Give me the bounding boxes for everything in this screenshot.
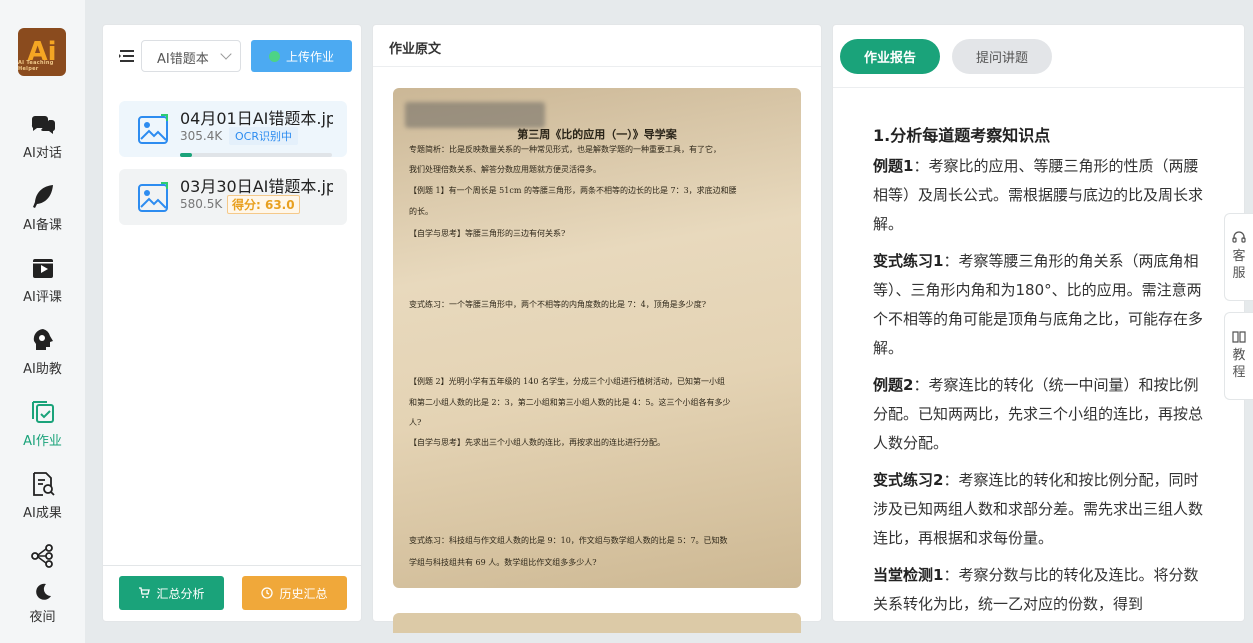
nav-label: AI备课 — [23, 218, 62, 233]
item-label: 变式练习1 — [873, 252, 944, 270]
doc-line: 变式练习：科技组与作文组人数的比是 9：10，作文组与数学组人数的比是 5：7。… — [409, 536, 728, 545]
moon-icon — [35, 583, 51, 600]
nav-label: AI成果 — [23, 506, 62, 521]
homework-check-icon — [31, 401, 54, 423]
nav-item-ai-results[interactable]: AI成果 — [0, 470, 85, 521]
report-item: 当堂检测1：考察分数与比的转化及连比。将分数关系转化为比，统一乙对应的份数，得到 — [873, 561, 1207, 619]
nav-item-mind-map[interactable] — [0, 542, 85, 574]
left-nav: Ai AI Teaching Helper AI对话 AI备课 AI评课 AI助… — [0, 0, 85, 643]
cart-icon — [139, 587, 151, 598]
clock-icon — [261, 587, 274, 599]
score-badge: 得分: 63.0 — [227, 195, 300, 214]
summary-label: 汇总分析 — [156, 586, 205, 601]
menu-list-icon[interactable] — [119, 49, 135, 63]
file-item[interactable]: 04月01日AI错题本.jpg 305.4K OCR识别中 — [119, 101, 347, 157]
file-name: 04月01日AI错题本.jpg — [180, 109, 333, 128]
nav-item-ai-prep[interactable]: AI备课 — [0, 182, 85, 233]
report-content: 1.分析每道题考察知识点 例题1：考察比的应用、等腰三角形的性质（两腰相等）及周… — [873, 121, 1207, 627]
item-label: 当堂检测1 — [873, 566, 944, 584]
item-label: 例题1 — [873, 157, 914, 175]
homework-photo[interactable]: 第三周《比的应用（一）》导学案 专题简析：比是反映数量关系的一种常见形式，也是解… — [393, 88, 801, 588]
side-tab-label: 教程 — [1232, 348, 1246, 380]
video-clapper-icon — [32, 259, 53, 278]
summary-analysis-button[interactable]: 汇总分析 — [119, 576, 224, 610]
app-logo[interactable]: Ai AI Teaching Helper — [18, 28, 66, 76]
nav-label: 夜间 — [29, 610, 56, 625]
doc-line: 变式练习：一个等腰三角形中，两个不相等的内角度数的比是 7：4，顶角是多少度? — [409, 300, 707, 309]
nav-item-ai-review[interactable]: AI评课 — [0, 254, 85, 305]
file-list-footer: 汇总分析 历史汇总 — [103, 565, 361, 621]
headset-icon — [1232, 231, 1246, 243]
chat-bubbles-icon — [31, 116, 55, 134]
nav-label: AI评课 — [23, 290, 62, 305]
logo-subtext: AI Teaching Helper — [18, 60, 54, 72]
ocr-status-badge: OCR识别中 — [229, 127, 298, 145]
feather-icon — [32, 185, 53, 208]
item-label: 例题2 — [873, 376, 914, 394]
item-text: ：考察连比的转化（统一中间量）和按比例分配。已知两两比，先求三个小组的连比，再按… — [873, 376, 1204, 452]
doc-line: 人? — [409, 418, 422, 427]
nav-label: AI助教 — [23, 362, 62, 377]
item-label: 变式练习2 — [873, 471, 944, 489]
nav-label: AI作业 — [23, 434, 62, 449]
history-label: 历史汇总 — [279, 586, 328, 601]
image-file-icon — [138, 114, 168, 144]
report-item: 例题2：考察连比的转化（统一中间量）和按比例分配。已知两两比，先求三个小组的连比… — [873, 371, 1207, 458]
redacted-area — [405, 102, 545, 128]
nav-item-ai-chat[interactable]: AI对话 — [0, 110, 85, 161]
nav-item-night-mode[interactable]: 夜间 — [0, 582, 85, 625]
select-value: AI错题本 — [157, 52, 209, 67]
report-item: 变式练习1：考察等腰三角形的角关系（两底角相等）、三角形内角和为180°、比的应… — [873, 247, 1207, 363]
file-list-panel: AI错题本 上传作业 04月01日AI错题本.jpg 305.4K OCR识别中… — [102, 24, 362, 622]
homework-photo-next[interactable] — [393, 613, 801, 633]
ai-head-icon — [33, 329, 53, 350]
file-item[interactable]: 03月30日AI错题本.jpg 580.5K 得分: 63.0 — [119, 169, 347, 225]
doc-line: 【自学与思考】先求出三个小组人数的连比，再按求出的连比进行分配。 — [409, 438, 665, 447]
file-size: 305.4K — [180, 129, 223, 143]
doc-line: 【例题 1】有一个周长是 51cm 的等腰三角形，两条不相等的边长的比是 7：3… — [409, 186, 737, 195]
customer-service-tab[interactable]: 客服 — [1224, 213, 1253, 301]
plus-circle-icon — [268, 50, 280, 62]
report-item: 例题1：考察比的应用、等腰三角形的性质（两腰相等）及周长公式。需根据腰与底边的比… — [873, 152, 1207, 239]
doc-line: 学组与科技组共有 69 人。数学组比作文组多多少人? — [409, 558, 597, 567]
item-text: ：考察比的应用、等腰三角形的性质（两腰相等）及周长公式。需根据腰与底边的比及周长… — [873, 157, 1204, 233]
report-heading: 1.分析每道题考察知识点 — [873, 126, 1051, 145]
ocr-progress-fill — [180, 153, 193, 157]
history-summary-button[interactable]: 历史汇总 — [242, 576, 347, 610]
nav-item-ai-assistant[interactable]: AI助教 — [0, 326, 85, 377]
notebook-select[interactable]: AI错题本 — [141, 40, 241, 72]
chevron-down-icon — [220, 48, 232, 60]
book-icon — [1232, 331, 1246, 343]
nav-label: AI对话 — [23, 146, 62, 161]
doc-line: 【自学与思考】等腰三角形的三边有何关系? — [409, 229, 566, 238]
nav-item-ai-homework[interactable]: AI作业 — [0, 398, 85, 449]
divider — [833, 87, 1244, 88]
ocr-progress-bar — [180, 153, 332, 157]
doc-line: 和第二小组人数的比是 2：3，第二小组和第三小组人数的比是 4：5。这三个小组各… — [409, 398, 731, 407]
upload-homework-button[interactable]: 上传作业 — [251, 40, 352, 72]
doc-line: 专题简析：比是反映数量关系的一种常见形式，也是解数学题的一种重要工具，有了它， — [409, 145, 721, 154]
doc-line: 我们处理倍数关系、解答分数应用题就方便灵活得多。 — [409, 165, 601, 174]
upload-label: 上传作业 — [285, 49, 334, 64]
tutorial-tab[interactable]: 教程 — [1224, 312, 1253, 400]
image-file-icon — [138, 182, 168, 212]
file-size: 580.5K — [180, 197, 223, 211]
panel-title: 作业原文 — [373, 25, 821, 67]
file-name: 03月30日AI错题本.jpg — [180, 177, 333, 196]
doc-line: 的长。 — [409, 207, 433, 216]
homework-original-panel: 作业原文 第三周《比的应用（一）》导学案 专题简析：比是反映数量关系的一种常见形… — [372, 24, 822, 633]
mind-map-icon — [30, 544, 53, 568]
document-search-icon — [32, 472, 55, 496]
report-item: 变式练习2：考察连比的转化和按比例分配，同时涉及已知两组人数和求部分差。需先求出… — [873, 466, 1207, 553]
report-panel: 作业报告 提问讲题 1.分析每道题考察知识点 例题1：考察比的应用、等腰三角形的… — [832, 24, 1245, 622]
tab-ask-question[interactable]: 提问讲题 — [952, 39, 1052, 74]
tab-homework-report[interactable]: 作业报告 — [840, 39, 940, 74]
doc-line: 【例题 2】光明小学有五年级的 140 名学生，分成三个小组进行植树活动，已知第… — [409, 377, 725, 386]
side-tab-label: 客服 — [1232, 249, 1246, 281]
